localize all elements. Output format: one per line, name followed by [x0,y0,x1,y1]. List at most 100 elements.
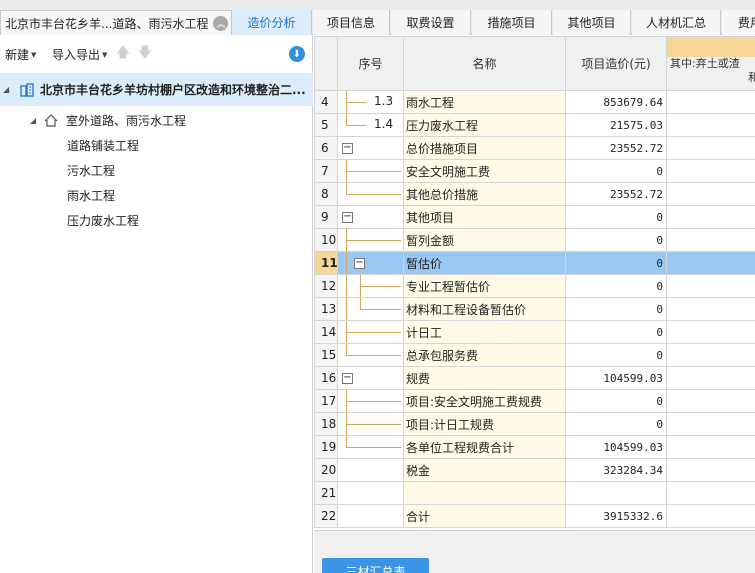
row-extra[interactable] [666,205,755,229]
tab-cost-analysis[interactable]: 造价分析 [232,10,312,35]
row-cost[interactable]: 23552.72 [565,182,667,206]
row-index[interactable]: 19 [314,435,338,459]
row-cost[interactable]: 853679.64 [565,90,667,114]
row-name[interactable]: 安全文明施工费 [403,159,566,183]
table-row[interactable]: 4 1.3 雨水工程853679.641 [314,90,755,114]
collapse-minus-icon[interactable]: − [342,212,353,223]
row-index[interactable]: 20 [314,458,338,482]
tab-fee-settings[interactable]: 取费设置 [391,10,471,35]
table-row[interactable]: 18 项目:计日工规费 0 [314,412,755,436]
row-index[interactable]: 6 [314,136,338,160]
row-index[interactable]: 8 [314,182,338,206]
row-extra[interactable] [666,343,755,367]
collapse-icon[interactable]: ︽ [213,15,229,31]
row-name[interactable]: 总承包服务费 [403,343,566,367]
row-index[interactable]: 14 [314,320,338,344]
row-extra[interactable] [666,435,755,459]
row-extra[interactable] [666,159,755,183]
table-row[interactable]: 12 专业工程暂估价 0 [314,274,755,298]
row-cost[interactable]: 0 [565,297,667,321]
row-extra[interactable] [666,274,755,298]
row-extra[interactable] [666,297,755,321]
row-cost[interactable]: 0 [565,343,667,367]
table-row[interactable]: 16− 规费 104599.03 [314,366,755,390]
header-cost[interactable]: 项目造价(元) [565,36,667,91]
row-name[interactable]: 压力废水工程 [403,113,566,137]
table-row[interactable]: 8 其他总价措施 23552.72 [314,182,755,206]
row-extra[interactable] [666,251,755,275]
row-index[interactable]: 17 [314,389,338,413]
row-cost[interactable]: 0 [565,159,667,183]
table-row[interactable]: 9− 其他项目 0 [314,205,755,229]
tree-unit-project[interactable]: ◢ 室外道路、雨污水工程 [30,112,186,129]
tree-item-road[interactable]: 道路铺装工程 [67,137,139,154]
expand-triangle-icon[interactable]: ◢ [3,85,13,94]
row-name[interactable]: 合计 [403,504,566,528]
row-index[interactable]: 4 [314,90,338,114]
table-row[interactable]: 22 合计3915332.616 [314,504,755,528]
row-cost[interactable]: 0 [565,228,667,252]
row-index[interactable]: 21 [314,481,338,505]
row-index[interactable]: 5 [314,113,338,137]
tree-root-project[interactable]: ◢ 北京市丰台花乡羊坊村棚户区改造和环境整治二... [0,73,313,106]
row-cost[interactable]: 104599.03 [565,435,667,459]
row-index[interactable]: 15 [314,343,338,367]
tab-other-items[interactable]: 其他项目 [553,10,631,35]
row-index[interactable]: 22 [314,504,338,528]
collapse-minus-icon[interactable]: − [342,373,353,384]
table-row[interactable]: 19 各单位工程规费合计 104599.03 [314,435,755,459]
row-index[interactable]: 11 [314,251,338,275]
row-cost[interactable]: 104599.03 [565,366,667,390]
table-row[interactable]: 21 [314,481,755,505]
row-cost[interactable]: 0 [565,320,667,344]
row-name[interactable]: 计日工 [403,320,566,344]
row-index[interactable]: 12 [314,274,338,298]
row-index[interactable]: 18 [314,412,338,436]
row-extra[interactable]: 1 [666,90,755,114]
header-name[interactable]: 名称 [403,36,566,91]
row-cost[interactable]: 323284.34 [565,458,667,482]
tab-project-info[interactable]: 项目信息 [313,10,390,35]
table-row[interactable]: 13 材料和工程设备暂估价 0 [314,297,755,321]
row-name[interactable]: 税金 [403,458,566,482]
table-row[interactable]: 5 1.4 压力废水工程 21575.03 [314,113,755,137]
row-extra[interactable] [666,320,755,344]
row-extra[interactable] [666,228,755,252]
table-row[interactable]: 10 暂列金额 0 [314,228,755,252]
row-extra[interactable]: 16 [666,504,755,528]
row-extra[interactable] [666,412,755,436]
move-up-icon[interactable]: 🡅 [116,45,130,62]
row-name[interactable]: 暂列金额 [403,228,566,252]
tab-labor-material-summary[interactable]: 人材机汇总 [632,10,721,35]
table-row[interactable]: 11 − 暂估价 0 [314,251,755,275]
row-extra[interactable] [666,389,755,413]
tree-item-rainwater[interactable]: 雨水工程 [67,187,115,204]
row-cost[interactable]: 21575.03 [565,113,667,137]
tab-measures[interactable]: 措施项目 [472,10,552,35]
row-name[interactable]: 项目:安全文明施工费规费 [403,389,566,413]
row-index[interactable]: 13 [314,297,338,321]
collapse-minus-icon[interactable]: − [354,258,365,269]
row-index[interactable]: 10 [314,228,338,252]
table-row[interactable]: 15 总承包服务费 0 [314,343,755,367]
row-index[interactable]: 16 [314,366,338,390]
row-cost[interactable]: 0 [565,274,667,298]
row-name[interactable]: 其他项目 [403,205,566,229]
row-name[interactable]: 暂估价 [403,251,566,275]
row-name[interactable]: 总价措施项目 [403,136,566,160]
row-index[interactable]: 9 [314,205,338,229]
tree-item-pressure-drain[interactable]: 压力废水工程 [67,212,139,229]
row-name[interactable]: 规费 [403,366,566,390]
import-export-button[interactable]: 导入导出 ▼ [52,46,107,63]
collapse-minus-icon[interactable]: − [342,143,353,154]
new-button[interactable]: 新建 ▼ [5,46,36,63]
table-row[interactable]: 6− 总价措施项目 23552.72 [314,136,755,160]
row-name[interactable]: 雨水工程 [403,90,566,114]
expand-triangle-icon[interactable]: ◢ [30,116,40,125]
row-name[interactable] [403,481,566,505]
table-row[interactable]: 20 税金 323284.34 [314,458,755,482]
row-name[interactable]: 各单位工程规费合计 [403,435,566,459]
row-index[interactable]: 7 [314,159,338,183]
row-extra[interactable] [666,481,755,505]
row-extra[interactable] [666,136,755,160]
